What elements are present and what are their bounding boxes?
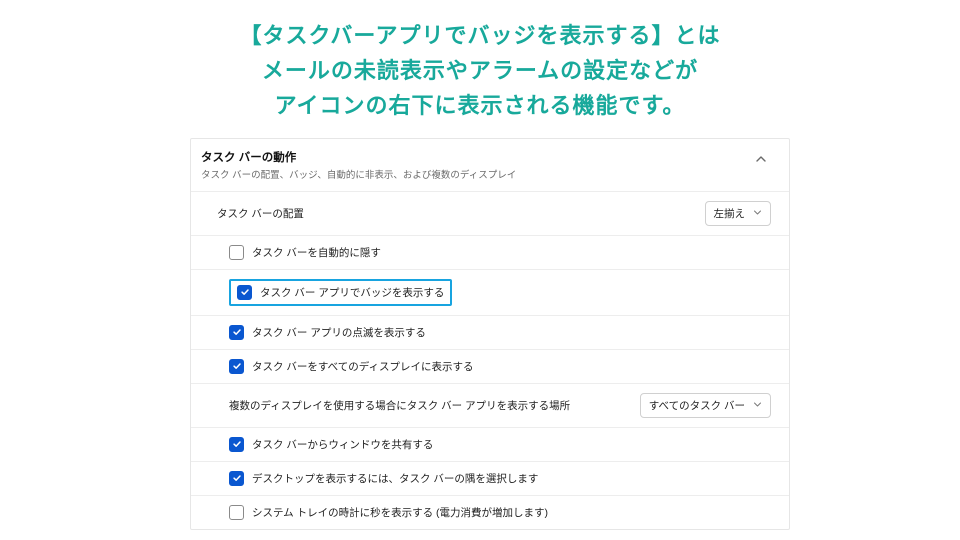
row-taskbar-alignment: タスク バーの配置 左揃え	[191, 191, 789, 235]
row-clock-seconds: システム トレイの時計に秒を表示する (電力消費が増加します)	[191, 495, 789, 529]
select-value: すべてのタスク バー	[649, 398, 745, 413]
select-multi-display-where[interactable]: すべてのタスク バー	[640, 393, 771, 418]
checkbox-show-desktop[interactable]	[229, 471, 244, 486]
explanatory-caption: 【タスクバーアプリでバッジを表示する】とは メールの未読表示やアラームの設定など…	[0, 0, 960, 132]
checkbox-show-badges[interactable]	[237, 285, 252, 300]
label-share-window: タスク バーからウィンドウを共有する	[252, 437, 433, 452]
panel-subtitle: タスク バーの配置、バッジ、自動的に非表示、および複数のディスプレイ	[201, 167, 751, 181]
chevron-down-icon	[753, 400, 762, 411]
row-share-window: タスク バーからウィンドウを共有する	[191, 427, 789, 461]
row-show-flashing: タスク バー アプリの点滅を表示する	[191, 315, 789, 349]
row-show-desktop: デスクトップを表示するには、タスク バーの隅を選択します	[191, 461, 789, 495]
label-show-badges: タスク バー アプリでバッジを表示する	[260, 285, 444, 300]
label-show-flashing: タスク バー アプリの点滅を表示する	[252, 325, 426, 340]
chevron-up-icon[interactable]	[751, 149, 771, 171]
checkbox-all-displays[interactable]	[229, 359, 244, 374]
panel-title: タスク バーの動作	[201, 149, 751, 165]
panel-header[interactable]: タスク バーの動作 タスク バーの配置、バッジ、自動的に非表示、および複数のディ…	[191, 139, 789, 191]
row-auto-hide: タスク バーを自動的に隠す	[191, 235, 789, 269]
row-show-badges: タスク バー アプリでバッジを表示する	[191, 269, 789, 315]
row-multi-display-where: 複数のディスプレイを使用する場合にタスク バー アプリを表示する場所 すべてのタ…	[191, 383, 789, 427]
select-value: 左揃え	[714, 206, 746, 221]
label-all-displays: タスク バーをすべてのディスプレイに表示する	[252, 359, 474, 374]
checkbox-show-flashing[interactable]	[229, 325, 244, 340]
checkbox-clock-seconds[interactable]	[229, 505, 244, 520]
chevron-down-icon	[753, 208, 762, 219]
row-all-displays: タスク バーをすべてのディスプレイに表示する	[191, 349, 789, 383]
caption-line-1: 【タスクバーアプリでバッジを表示する】とは	[40, 18, 920, 53]
label-multi-display-where: 複数のディスプレイを使用する場合にタスク バー アプリを表示する場所	[229, 398, 570, 413]
label-show-desktop: デスクトップを表示するには、タスク バーの隅を選択します	[252, 471, 538, 486]
checkbox-share-window[interactable]	[229, 437, 244, 452]
caption-line-2: メールの未読表示やアラームの設定などが	[40, 53, 920, 88]
taskbar-behaviors-panel: タスク バーの動作 タスク バーの配置、バッジ、自動的に非表示、および複数のディ…	[190, 138, 790, 530]
highlight-box: タスク バー アプリでバッジを表示する	[229, 279, 452, 306]
label-auto-hide: タスク バーを自動的に隠す	[252, 245, 381, 260]
checkbox-auto-hide[interactable]	[229, 245, 244, 260]
caption-line-3: アイコンの右下に表示される機能です。	[40, 88, 920, 123]
select-taskbar-alignment[interactable]: 左揃え	[705, 201, 772, 226]
label-clock-seconds: システム トレイの時計に秒を表示する (電力消費が増加します)	[252, 505, 548, 520]
label-taskbar-alignment: タスク バーの配置	[217, 206, 304, 221]
